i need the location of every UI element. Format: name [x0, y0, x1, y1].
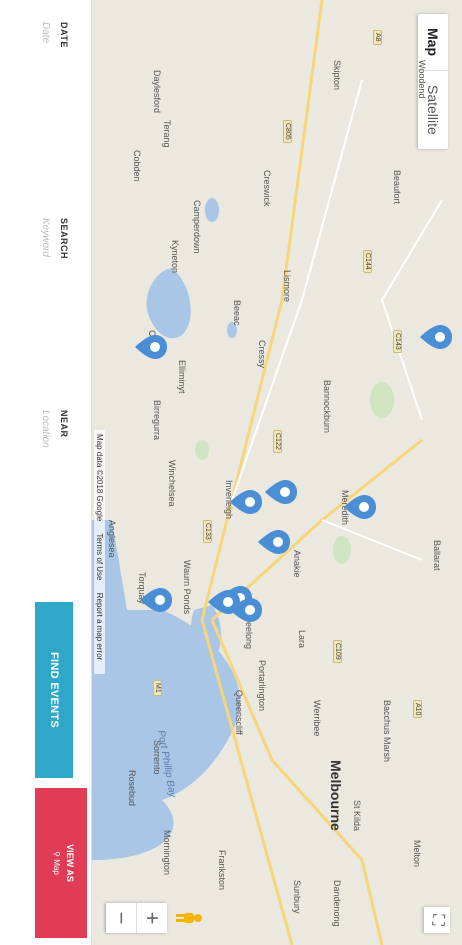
- place-label: St Kilda: [352, 800, 362, 832]
- road-shield: C805: [283, 120, 292, 143]
- zoom-in-button[interactable]: +: [136, 903, 167, 933]
- event-pin[interactable]: [230, 490, 262, 514]
- place-label: Anakie: [292, 550, 302, 578]
- map-canvas: [92, 0, 443, 945]
- road-shield: A10: [413, 700, 422, 719]
- place-label: Anglesea: [107, 520, 117, 558]
- view-as-value: Map: [52, 859, 61, 875]
- place-label: Camperdown: [192, 200, 202, 254]
- place-label: Mornington: [162, 830, 172, 876]
- place-label: Lara: [297, 630, 307, 649]
- event-search-bar: DATE Date SEARCH Keyword NEAR Location F…: [0, 0, 92, 945]
- place-label: Woodend: [417, 60, 427, 99]
- road-shield: C144: [363, 250, 372, 273]
- place-label: Bannockburn: [322, 380, 332, 434]
- place-label: Elliminyt: [177, 360, 187, 394]
- place-label: Waurn Ponds: [182, 560, 192, 615]
- place-label: Birregurra: [152, 400, 162, 441]
- near-field[interactable]: NEAR Location: [40, 410, 69, 448]
- search-label: SEARCH: [59, 218, 69, 260]
- search-field[interactable]: SEARCH Keyword: [40, 218, 69, 259]
- place-label: Sunbury: [292, 880, 302, 914]
- road: [231, 79, 363, 501]
- place-label: Kyneton: [170, 240, 180, 274]
- place-label: Terang: [162, 120, 172, 148]
- view-as-button[interactable]: VIEW AS ⚲ Map: [35, 788, 87, 938]
- terms-link[interactable]: Terms of Use: [95, 533, 104, 580]
- place-label: Dandenong: [332, 880, 342, 927]
- place-label: Bacchus Marsh: [382, 700, 392, 763]
- road-shield: C122: [273, 430, 282, 453]
- place-label: Cressy: [257, 340, 267, 369]
- fullscreen-icon[interactable]: ⛶: [424, 907, 450, 933]
- place-label: Queenscliff: [234, 690, 244, 735]
- map-data-text: Map data ©2018 Google: [95, 434, 104, 522]
- place-label: Sorrento: [152, 740, 162, 775]
- place-label: Lismore: [282, 270, 292, 303]
- city-label: Melbourne: [328, 760, 344, 831]
- map-attribution: Map data ©2018 Google Terms of Use Repor…: [94, 430, 105, 675]
- place-label: Portarlington: [257, 660, 267, 712]
- road-shield: C133: [203, 520, 212, 543]
- zoom-control: + −: [106, 903, 167, 933]
- place-label: Cobden: [132, 150, 142, 182]
- place-label: Beaufort: [392, 170, 402, 205]
- place-label: Beeac: [232, 300, 242, 326]
- place-label: Creswick: [262, 170, 272, 207]
- near-label: NEAR: [59, 410, 69, 438]
- keyword-input[interactable]: Keyword: [40, 218, 51, 259]
- park: [370, 382, 394, 418]
- date-field[interactable]: DATE Date: [40, 22, 69, 48]
- event-pin[interactable]: [258, 530, 290, 554]
- lake-small: [205, 198, 219, 222]
- park: [195, 440, 209, 460]
- location-input[interactable]: Location: [40, 410, 51, 448]
- park: [333, 536, 351, 564]
- road-shield: M1: [153, 680, 162, 696]
- place-label: Werribee: [312, 700, 322, 737]
- place-label: Skipton: [332, 60, 342, 91]
- event-pin[interactable]: [344, 495, 376, 519]
- pegman-icon[interactable]: [176, 911, 202, 925]
- event-pin[interactable]: [265, 480, 297, 504]
- road: [200, 0, 324, 945]
- zoom-out-button[interactable]: −: [106, 903, 136, 933]
- road-shield: A8: [373, 30, 382, 45]
- event-pin[interactable]: [140, 588, 172, 612]
- events-map[interactable]: Map Satellite ⛶ + − Map data ©2018 Googl…: [92, 0, 462, 945]
- road-shield: C109: [333, 640, 342, 663]
- place-label: Melton: [412, 840, 422, 868]
- date-label: DATE: [59, 22, 69, 48]
- report-error-link[interactable]: Report a map error: [95, 593, 104, 661]
- place-label: Ballarat: [432, 540, 442, 571]
- place-label: Frankston: [217, 850, 227, 891]
- event-pin[interactable]: [135, 335, 167, 359]
- rotated-page: Map Satellite ⛶ + − Map data ©2018 Googl…: [0, 0, 462, 945]
- event-pin[interactable]: [420, 325, 452, 349]
- date-input[interactable]: Date: [40, 22, 51, 48]
- place-label: Winchelsea: [167, 460, 177, 507]
- lake-corangamite: [146, 268, 191, 339]
- place-label: Rosebud: [127, 770, 137, 807]
- find-events-button[interactable]: FIND EVENTS: [35, 602, 73, 778]
- road: [380, 199, 443, 421]
- event-pin[interactable]: [208, 590, 240, 614]
- place-label: Daylesford: [152, 70, 162, 114]
- road-shield: C143: [393, 330, 402, 353]
- view-as-label: VIEW AS: [65, 844, 75, 882]
